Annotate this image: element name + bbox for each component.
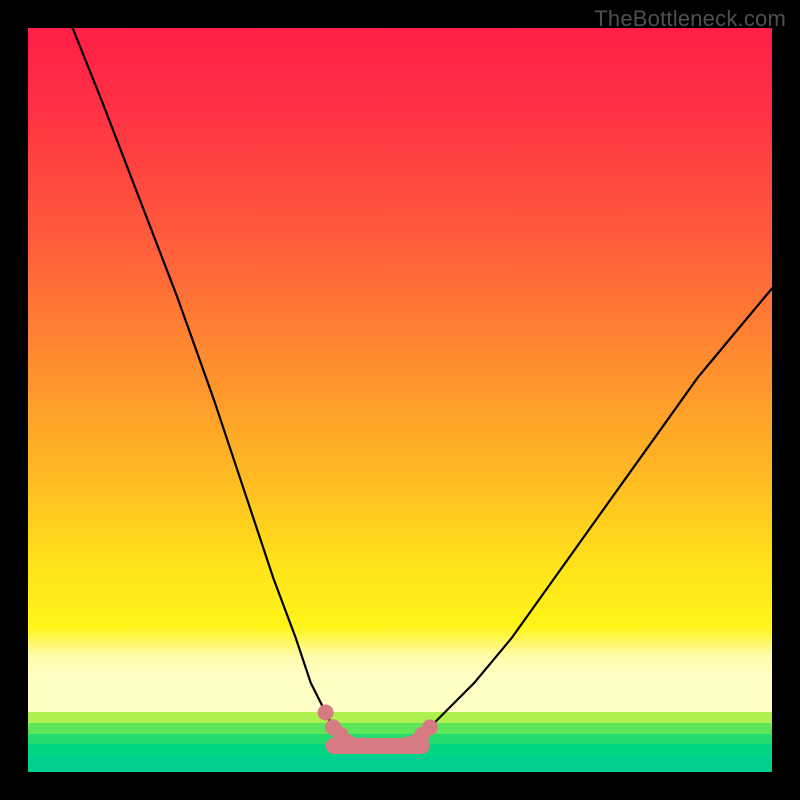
marker-dot	[370, 738, 386, 754]
plot-area	[28, 28, 772, 772]
curve-layer	[28, 28, 772, 772]
marker-dot	[355, 737, 371, 753]
marker-dot	[318, 705, 334, 721]
curve-right-branch	[415, 288, 772, 742]
curve-left-branch	[73, 28, 348, 742]
marker-dot	[385, 738, 401, 754]
marker-dot	[422, 719, 438, 735]
chart-frame: TheBottleneck.com	[0, 0, 800, 800]
marker-dot	[340, 734, 356, 750]
watermark-text: TheBottleneck.com	[594, 6, 786, 32]
